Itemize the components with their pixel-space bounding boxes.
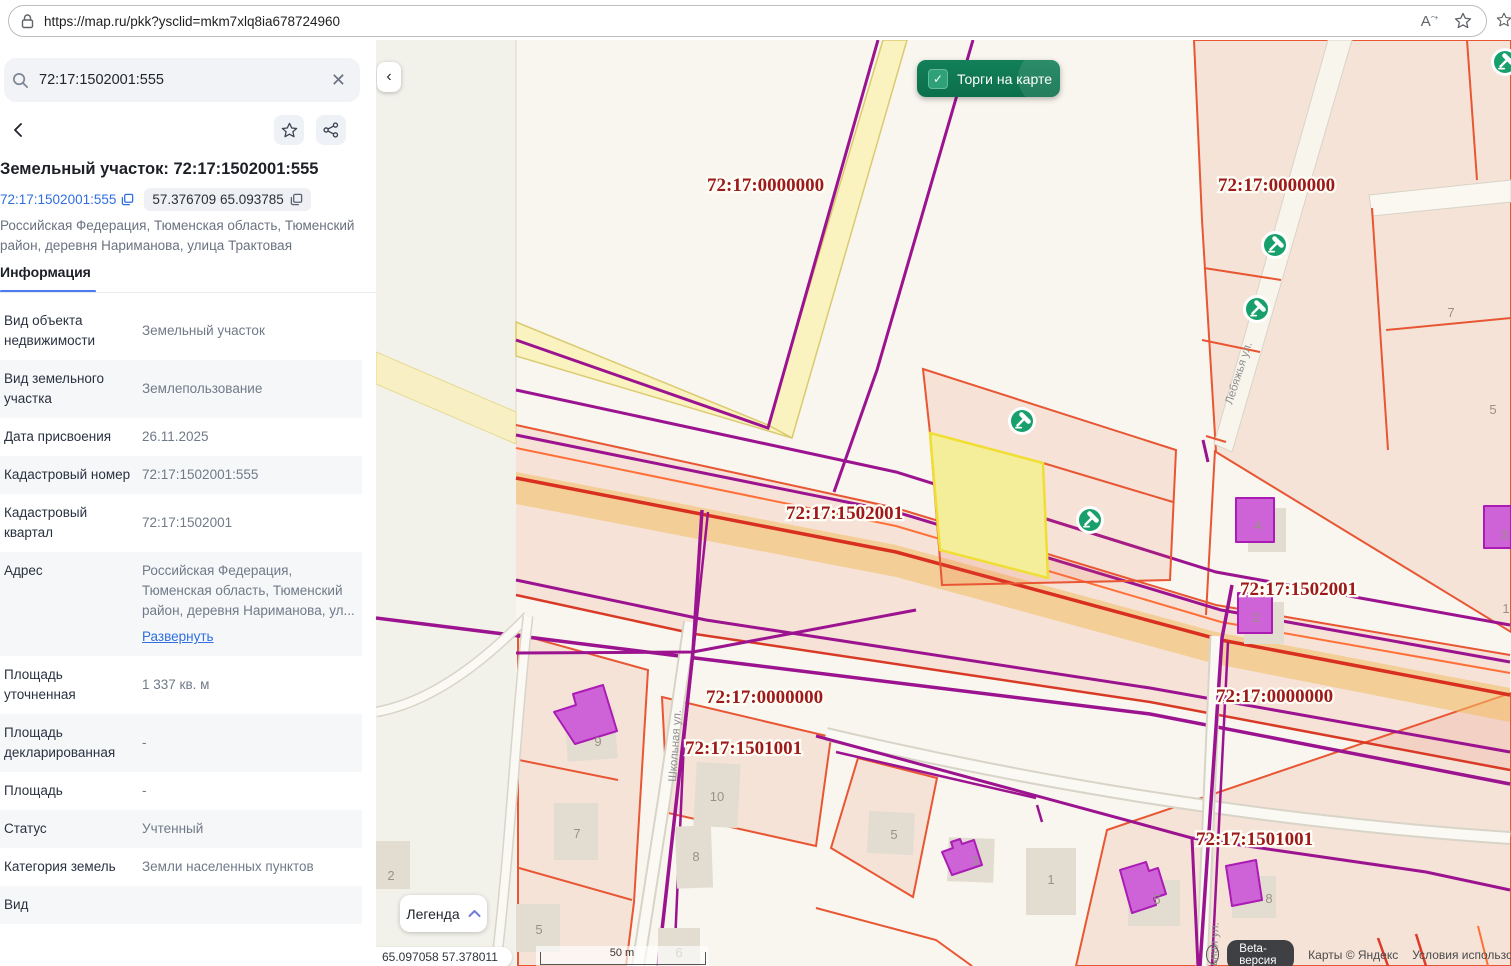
address-bar[interactable]: https://map.ru/pkk?ysclid=mkm7xlq8ia6787… (8, 5, 1487, 37)
share-icon (323, 122, 339, 138)
terms-link[interactable]: Условия использования (1412, 948, 1511, 962)
toolbar-star-icon[interactable] (1496, 11, 1511, 29)
legend-button[interactable]: Легенда (400, 895, 487, 932)
auction-marker[interactable] (1008, 407, 1036, 435)
scale-bar: 50 m (536, 946, 708, 966)
svg-text:72:17:0000000: 72:17:0000000 (707, 175, 824, 196)
screen: https://map.ru/pkk?ysclid=mkm7xlq8ia6787… (0, 0, 1511, 966)
object-title: Земельный участок: 72:17:1502001:555 (0, 160, 368, 179)
favorite-star-icon[interactable] (1454, 12, 1472, 30)
svg-text:72:17:0000000: 72:17:0000000 (1216, 686, 1333, 707)
svg-text:72:17:0000000: 72:17:0000000 (1218, 175, 1335, 196)
auction-marker[interactable] (1243, 295, 1271, 323)
svg-text:72:17:1502001: 72:17:1502001 (786, 503, 903, 524)
torgi-toggle-button[interactable]: ✓ Торги на карте (917, 60, 1060, 97)
lock-icon (21, 14, 34, 29)
cadastral-map[interactable]: 7 5 1 4 2 3 9 10 7 8 5 2 6 5 3 1 5 8 Леб… (376, 40, 1511, 966)
back-icon[interactable] (10, 121, 28, 139)
svg-text:1: 1 (1502, 601, 1509, 616)
scale-label: 50 m (610, 947, 634, 959)
auction-marker[interactable] (1261, 231, 1289, 259)
table-row: Вид (0, 886, 362, 924)
copy-icon[interactable] (290, 193, 303, 206)
chevron-up-icon (468, 909, 481, 918)
tab-divider (0, 292, 376, 293)
svg-text:7: 7 (573, 826, 580, 841)
svg-text:5: 5 (1153, 892, 1160, 907)
svg-text:8: 8 (1265, 891, 1272, 906)
info-sidebar: 72:17:1502001:555 ✕ (0, 40, 376, 966)
svg-text:3: 3 (971, 853, 978, 868)
star-icon (281, 122, 298, 139)
share-button[interactable] (316, 115, 346, 145)
map-canvas[interactable]: 7 5 1 4 2 3 9 10 7 8 5 2 6 5 3 1 5 8 Леб… (376, 40, 1511, 966)
svg-text:8: 8 (692, 849, 699, 864)
table-row-address: АдресРоссийская Федерация, Тюменская обл… (0, 552, 362, 656)
info-table: Вид объекта недвижимостиЗемельный участо… (0, 302, 362, 924)
svg-text:10: 10 (710, 789, 724, 804)
url-text[interactable]: https://map.ru/pkk?ysclid=mkm7xlq8ia6787… (44, 14, 1421, 29)
svg-text:5: 5 (890, 827, 897, 842)
svg-text:7: 7 (1447, 305, 1454, 320)
clear-search-icon[interactable]: ✕ (331, 70, 346, 91)
search-input[interactable]: 72:17:1502001:555 ✕ (4, 58, 360, 102)
copy-icon[interactable] (121, 193, 134, 206)
svg-text:1: 1 (1047, 872, 1054, 887)
expand-address-link[interactable]: Развернуть (142, 627, 356, 647)
search-icon (12, 72, 29, 89)
attribution-bar: i Beta-версия Карты © Яндекс Условия исп… (1206, 943, 1511, 966)
coordinates-chip[interactable]: 57.376709 65.093785 (144, 188, 310, 211)
table-row: Кадастровый номер72:17:1502001:555 (0, 456, 362, 494)
svg-text:9: 9 (594, 734, 601, 749)
table-row: Дата присвоения26.11.2025 (0, 418, 362, 456)
chips-row: 72:17:1502001:555 57.376709 65.093785 (0, 188, 311, 211)
svg-text:72:17:1502001: 72:17:1502001 (1240, 579, 1357, 600)
info-icon[interactable]: i (1206, 945, 1219, 964)
svg-text:72:17:1501001: 72:17:1501001 (1196, 829, 1313, 850)
tab-information[interactable]: Информация (0, 264, 91, 280)
checkbox-checked-icon: ✓ (928, 69, 948, 89)
table-row: Кадастровый квартал72:17:1502001 (0, 494, 362, 552)
svg-text:2: 2 (1252, 610, 1259, 625)
table-row: Площадь- (0, 772, 362, 810)
table-row: Вид объекта недвижимостиЗемельный участо… (0, 302, 362, 360)
gavel-decor-icon (1018, 60, 1060, 97)
svg-text:2: 2 (387, 868, 394, 883)
legend-label: Легенда (406, 906, 459, 922)
beta-badge: Beta-версия (1227, 940, 1294, 966)
collapse-sidebar-button[interactable]: ‹ (377, 62, 401, 92)
table-row: СтатусУчтенный (0, 810, 362, 848)
map-attribution[interactable]: Карты © Яндекс (1308, 948, 1398, 962)
table-row: Площадь декларированная- (0, 714, 362, 772)
panel-actions (4, 114, 360, 146)
table-row: Площадь уточненная1 337 кв. м (0, 656, 362, 714)
auction-marker[interactable] (1076, 506, 1104, 534)
svg-text:5: 5 (535, 922, 542, 937)
browser-toolbar: https://map.ru/pkk?ysclid=mkm7xlq8ia6787… (0, 0, 1511, 41)
svg-text:3: 3 (1500, 527, 1507, 542)
tabs: Информация (0, 264, 376, 294)
cadastral-number-link[interactable]: 72:17:1502001:555 (0, 192, 134, 207)
svg-text:72:17:1501001: 72:17:1501001 (685, 738, 802, 759)
read-aloud-icon[interactable]: A⤳ (1421, 12, 1438, 30)
object-address: Российская Федерация, Тюменская область,… (0, 216, 362, 256)
svg-text:5: 5 (1489, 402, 1496, 417)
favorite-button[interactable] (274, 115, 304, 145)
svg-text:72:17:0000000: 72:17:0000000 (706, 687, 823, 708)
search-value[interactable]: 72:17:1502001:555 (39, 72, 331, 88)
table-row: Категория земельЗемли населенных пунктов (0, 848, 362, 886)
cursor-coordinates: 65.097058 57.378011 (376, 947, 512, 966)
svg-text:4: 4 (1254, 518, 1261, 533)
table-row: Вид земельного участкаЗемлепользование (0, 360, 362, 418)
